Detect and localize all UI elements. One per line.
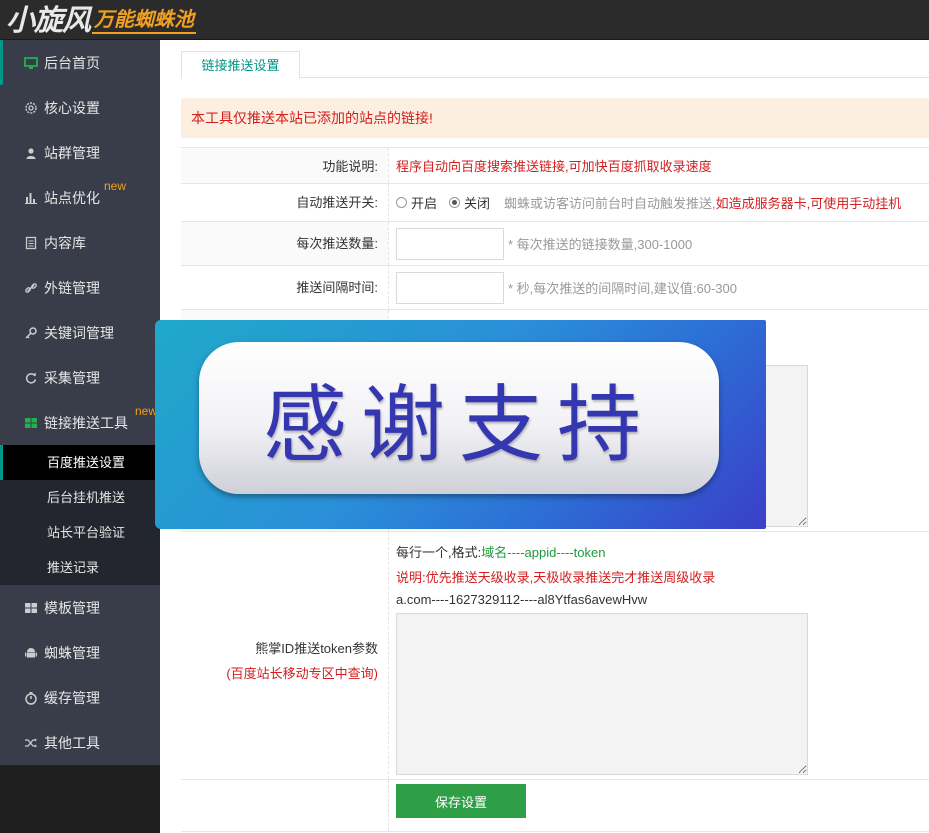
sidebar-item-label: 站点优化 — [44, 189, 100, 206]
sidebar-item-collect[interactable]: 采集管理 — [0, 355, 160, 400]
func-desc-text: 程序自动向百度搜索推送链接,可加快百度抓取收录速度 — [396, 159, 712, 174]
bar-chart-icon — [24, 191, 38, 205]
form-row-auto-push: 自动推送开关: 开启 关闭 蜘蛛或访客访问前台时自动触发推送, 如造成服务器卡,… — [181, 184, 929, 222]
sidebar-submenu: 百度推送设置 后台挂机推送 站长平台验证 推送记录 — [0, 445, 160, 585]
sidebar-item-core-settings[interactable]: 核心设置 — [0, 85, 160, 130]
form-row-per-count: 每次推送数量: * 每次推送的链接数量,300-1000 — [181, 222, 929, 266]
sidebar-item-label: 采集管理 — [44, 369, 100, 386]
link-icon — [24, 281, 38, 295]
sidebar-item-templates[interactable]: 模板管理 — [0, 585, 160, 630]
android-icon — [24, 646, 38, 660]
sidebar-subitem-webmaster-verify[interactable]: 站长平台验证 — [0, 515, 160, 550]
radio-label: 关闭 — [464, 196, 491, 211]
sidebar-item-content-library[interactable]: 内容库 — [0, 220, 160, 265]
sidebar-item-spiders[interactable]: 蜘蛛管理 — [0, 630, 160, 675]
token-format-line: 每行一个,格式:域名----appid----token — [396, 542, 929, 567]
per-count-hint: * 每次推送的链接数量,300-1000 — [508, 237, 693, 252]
sidebar: 后台首页 核心设置 站群管理 站点优化 new 内容库 外链管理 关键词管理 采… — [0, 40, 160, 765]
sidebar-item-home[interactable]: 后台首页 — [0, 40, 160, 85]
token-format-prefix: 每行一个,格式: — [396, 545, 482, 560]
auto-push-warning: 如造成服务器卡,可使用手动挂机 — [715, 196, 902, 211]
radio-label: 开启 — [411, 196, 438, 211]
sidebar-item-label: 缓存管理 — [44, 689, 100, 706]
save-cell: 保存设置 — [389, 780, 929, 831]
sidebar-item-label: 关键词管理 — [44, 324, 114, 341]
windows-icon — [24, 416, 38, 430]
sidebar-item-site-optimize[interactable]: 站点优化 new — [0, 175, 160, 220]
radio-circle-icon — [396, 197, 407, 208]
shuffle-icon — [24, 736, 38, 750]
interval-hint: * 秒,每次推送的间隔时间,建议值:60-300 — [508, 281, 737, 296]
new-badge: new — [104, 179, 127, 193]
thank-you-banner: 感谢支持 — [155, 320, 766, 529]
sidebar-item-cache[interactable]: 缓存管理 — [0, 675, 160, 720]
auto-push-on-radio[interactable]: 开启 — [396, 193, 437, 212]
token-textarea[interactable] — [396, 613, 808, 775]
per-count-input[interactable] — [396, 227, 504, 260]
sidebar-item-label: 后台首页 — [44, 54, 100, 71]
document-icon — [24, 236, 38, 250]
new-badge: new — [135, 404, 158, 418]
logo-sub-text: 万能蜘蛛池 — [92, 8, 197, 34]
auto-push-off-radio[interactable]: 关闭 — [449, 193, 490, 212]
save-label-cell — [181, 780, 389, 831]
radio-circle-icon — [449, 197, 461, 208]
sidebar-item-site-group[interactable]: 站群管理 — [0, 130, 160, 175]
windows-icon — [24, 601, 38, 615]
form-row-save: 保存设置 — [181, 780, 929, 832]
thank-you-text: 感谢支持 — [262, 375, 655, 474]
sidebar-item-label: 链接推送工具 — [44, 414, 128, 431]
key-icon — [24, 326, 38, 340]
interval-controls: * 秒,每次推送的间隔时间,建议值:60-300 — [389, 266, 929, 309]
per-count-label: 每次推送数量: — [181, 222, 389, 265]
sidebar-item-other-tools[interactable]: 其他工具 — [0, 720, 160, 765]
sidebar-item-keywords[interactable]: 关键词管理 — [0, 310, 160, 355]
user-icon — [24, 146, 38, 160]
gear-icon — [24, 101, 38, 115]
sidebar-subitem-push-records[interactable]: 推送记录 — [0, 550, 160, 585]
sidebar-item-label: 内容库 — [44, 234, 86, 251]
form-row-token: 熊掌ID推送token参数 (百度站长移动专区中查询) 每行一个,格式:域名--… — [181, 532, 929, 780]
sidebar-item-link-push[interactable]: 链接推送工具 new — [0, 400, 160, 445]
auto-push-label: 自动推送开关: — [181, 184, 389, 221]
auto-push-controls: 开启 关闭 蜘蛛或访客访问前台时自动触发推送, 如造成服务器卡,可使用手动挂机 — [389, 184, 929, 221]
token-format-value: 域名----appid----token — [481, 545, 606, 560]
tab-bar: 链接推送设置 — [181, 51, 929, 79]
sidebar-item-label: 模板管理 — [44, 599, 100, 616]
sidebar-item-label: 核心设置 — [44, 99, 100, 116]
token-explain-line: 说明:优先推送天级收录,天极收录推送完才推送周级收录 — [396, 570, 716, 585]
sidebar-item-label: 其他工具 — [44, 734, 100, 751]
token-example-line: a.com----1627329112----al8Ytfas6avewHvw — [396, 592, 648, 607]
func-desc-label: 功能说明: — [181, 148, 389, 183]
top-bar: 小旋风 万能蜘蛛池 — [0, 0, 929, 40]
sidebar-item-label: 站群管理 — [44, 144, 100, 161]
logo[interactable]: 小旋风 万能蜘蛛池 — [6, 3, 197, 37]
save-button[interactable]: 保存设置 — [396, 784, 526, 818]
sidebar-item-external-links[interactable]: 外链管理 — [0, 265, 160, 310]
auto-push-hint: 蜘蛛或访客访问前台时自动触发推送, — [504, 196, 716, 211]
refresh-icon — [24, 371, 38, 385]
monitor-icon — [24, 56, 38, 70]
per-count-controls: * 每次推送的链接数量,300-1000 — [389, 222, 929, 265]
interval-label: 推送间隔时间: — [181, 266, 389, 309]
sidebar-footer — [0, 765, 160, 833]
token-label-cell: 熊掌ID推送token参数 (百度站长移动专区中查询) — [181, 532, 389, 779]
token-controls: 每行一个,格式:域名----appid----token 说明:优先推送天级收录… — [389, 532, 929, 779]
token-label-sub: (百度站长移动专区中查询) — [226, 665, 378, 681]
thank-you-banner-plate: 感谢支持 — [199, 342, 719, 494]
sidebar-subitem-background-push[interactable]: 后台挂机推送 — [0, 480, 160, 515]
form-row-func-desc: 功能说明: 程序自动向百度搜索推送链接,可加快百度抓取收录速度 — [181, 147, 929, 184]
sidebar-item-label: 外链管理 — [44, 279, 100, 296]
logo-main-text: 小旋风 — [6, 3, 91, 37]
tab-link-push-settings[interactable]: 链接推送设置 — [181, 51, 300, 79]
notice-banner: 本工具仅推送本站已添加的站点的链接! — [181, 98, 929, 138]
timer-icon — [24, 691, 38, 705]
form-row-interval: 推送间隔时间: * 秒,每次推送的间隔时间,建议值:60-300 — [181, 266, 929, 310]
sidebar-item-label: 蜘蛛管理 — [44, 644, 100, 661]
sidebar-subitem-baidu-push-settings[interactable]: 百度推送设置 — [0, 445, 160, 480]
interval-input[interactable] — [396, 271, 504, 304]
token-label: 熊掌ID推送token参数 — [255, 640, 378, 656]
